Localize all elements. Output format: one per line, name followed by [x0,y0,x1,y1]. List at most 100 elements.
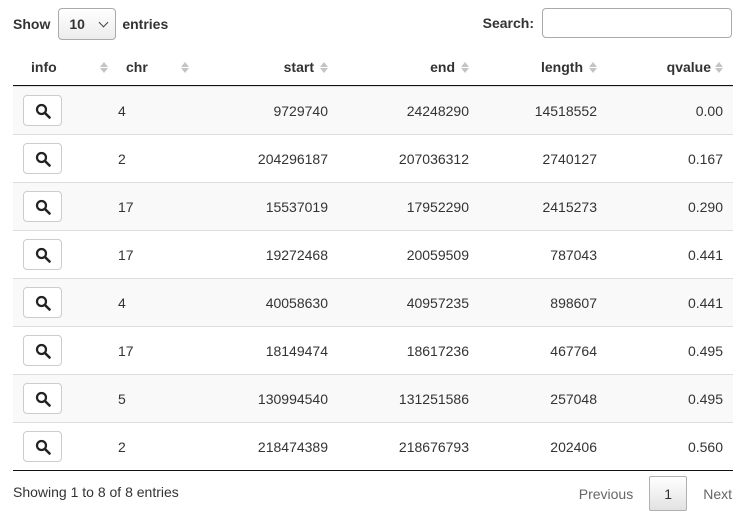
qvalue-cell: 0.167 [687,150,723,167]
column-header-label: chr [126,59,148,75]
end-cell: 20059509 [406,246,469,263]
qvalue-cell: 0.560 [687,438,723,455]
entries-per-page-value: 10 [69,16,85,32]
qvalue-cell: 0.00 [695,102,723,119]
page-button-1[interactable]: 1 [649,476,688,511]
chr-cell: 5 [118,390,126,407]
table-row: 2 204296187 207036312 2740127 0.167 [13,134,733,182]
column-header-qvalue[interactable]: qvalue [602,48,733,86]
info-cell [13,231,108,279]
sort-icon [181,61,189,73]
column-header-label: length [541,59,583,75]
info-cell [13,327,108,375]
search-icon [35,103,51,119]
info-cell [13,279,108,327]
search-icon [35,295,51,311]
next-page-button[interactable]: Next [703,476,732,511]
length-cell: 257048 [550,390,597,407]
info-button[interactable] [23,335,62,366]
search-icon [35,439,51,455]
qvalue-cell: 0.290 [687,198,723,215]
end-cell: 17952290 [406,198,469,215]
length-cell: 202406 [550,438,597,455]
previous-page-button[interactable]: Previous [579,476,633,511]
info-button[interactable] [23,191,62,222]
qvalue-cell: 0.495 [687,342,723,359]
pagination: Previous 1 Next [579,476,732,511]
column-header-label: qvalue [666,59,711,75]
chr-cell: 17 [118,342,134,359]
qvalue-cell: 0.441 [687,294,723,311]
info-cell [13,135,108,183]
start-cell: 204296187 [257,150,328,167]
start-cell: 40058630 [265,294,328,311]
info-button[interactable] [23,239,62,270]
end-cell: 207036312 [398,150,469,167]
chr-cell: 17 [118,198,134,215]
length-prefix-label: Show [13,16,51,32]
table-info: Showing 1 to 8 of 8 entries [13,484,179,500]
end-cell: 131251586 [398,390,469,407]
length-cell: 2415273 [542,198,597,215]
length-control: Show 10 entries [13,8,168,40]
info-button[interactable] [23,95,62,126]
length-cell: 898607 [550,294,597,311]
length-cell: 14518552 [534,102,597,119]
entries-per-page-select[interactable]: 10 [58,8,117,40]
end-cell: 24248290 [406,102,469,119]
info-cell [13,183,108,231]
chr-cell: 4 [118,102,126,119]
table-row: 4 9729740 24248290 14518552 0.00 [13,86,733,134]
table-row: 17 18149474 18617236 467764 0.495 [13,326,733,374]
column-header-end[interactable]: end [333,48,474,86]
info-cell [13,375,108,423]
chevron-down-icon [98,17,109,27]
start-cell: 218474389 [257,438,328,455]
length-suffix-label: entries [122,16,169,32]
sort-icon [100,61,108,73]
end-cell: 218676793 [398,438,469,455]
info-button[interactable] [23,143,62,174]
column-header-length[interactable]: length [474,48,602,86]
column-header-chr[interactable]: chr [108,48,193,86]
search-input[interactable] [542,8,732,38]
search-label: Search: [482,15,534,31]
length-cell: 787043 [550,246,597,263]
results-table: info chr start end length qvalue 4 97297… [13,48,733,471]
info-button[interactable] [23,383,62,414]
end-cell: 18617236 [406,342,469,359]
info-button[interactable] [23,287,62,318]
table-body: 4 9729740 24248290 14518552 0.00 2 20429… [13,86,733,471]
column-header-info[interactable]: info [13,48,108,86]
column-header-start[interactable]: start [193,48,333,86]
qvalue-cell: 0.495 [687,390,723,407]
end-cell: 40957235 [406,294,469,311]
info-button[interactable] [23,431,62,462]
chr-cell: 17 [118,246,134,263]
start-cell: 130994540 [257,390,328,407]
search-icon [35,247,51,263]
chr-cell: 4 [118,294,126,311]
table-row: 5 130994540 131251586 257048 0.495 [13,374,733,422]
start-cell: 9729740 [273,102,328,119]
table-row: 4 40058630 40957235 898607 0.441 [13,278,733,326]
info-cell [13,87,108,135]
sort-icon [461,61,469,73]
table-row: 17 15537019 17952290 2415273 0.290 [13,182,733,230]
start-cell: 18149474 [265,342,328,359]
start-cell: 19272468 [265,246,328,263]
column-header-label: end [430,59,455,75]
column-header-label: start [283,59,314,75]
chr-cell: 2 [118,438,126,455]
qvalue-cell: 0.441 [687,246,723,263]
table-header: info chr start end length qvalue [13,48,733,86]
sort-icon [320,61,328,73]
search-icon [35,199,51,215]
length-cell: 467764 [550,342,597,359]
chr-cell: 2 [118,150,126,167]
start-cell: 15537019 [265,198,328,215]
search-icon [35,343,51,359]
sort-icon [589,61,597,73]
length-cell: 2740127 [542,150,597,167]
datatable-widget: Show 10 entries Search: info chr start e… [0,0,745,519]
